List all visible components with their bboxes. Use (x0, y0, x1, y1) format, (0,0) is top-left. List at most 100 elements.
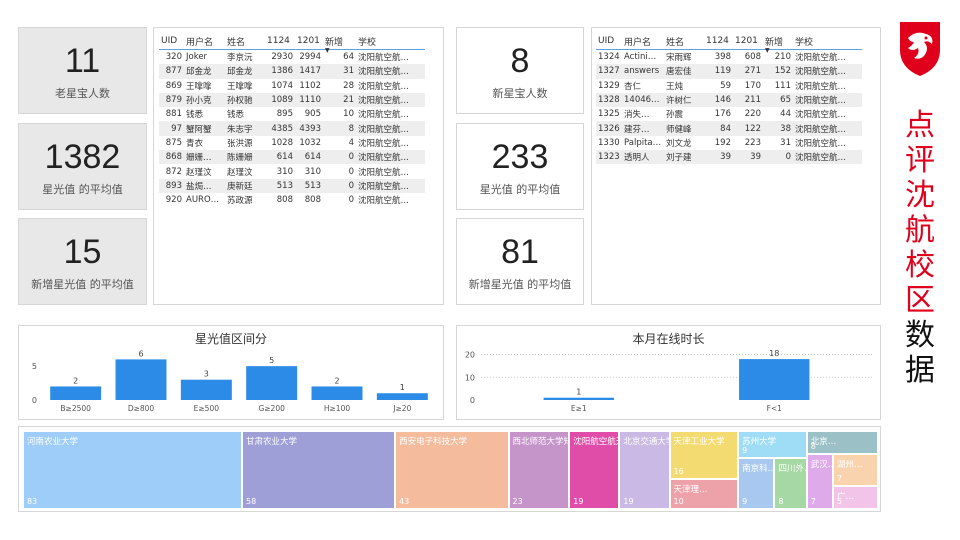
kpi-value: 233 (491, 137, 549, 176)
treemap-cell[interactable]: 北京… 8 (806, 431, 878, 455)
treemap-value: 10 (673, 497, 684, 506)
table-cell: 21 (323, 92, 356, 108)
table-row[interactable]: 1324 Actini… 宋雨辉 398 608 210 沈阳航空航… (596, 50, 862, 65)
table-cell: 沈阳航空航… (793, 92, 862, 108)
treemap-cell[interactable]: 苏州大学 9 (738, 431, 807, 458)
table-cell: 1386 (265, 64, 295, 79)
column-header[interactable]: 1124 (704, 33, 733, 50)
table-cell: 1329 (598, 80, 620, 91)
school-treemap-panel: 河南农业大学83甘肃农业大学58西安电子科技大学43西北师范大学知行学院23沈阳… (18, 426, 881, 512)
treemap-cell[interactable]: 西北师范大学知行学院 23 (508, 431, 570, 509)
table-cell: 宋雨辉 (666, 53, 692, 64)
table-cell: 513 (295, 178, 323, 193)
table-cell: 31 (323, 64, 356, 79)
column-header[interactable]: 姓名 (664, 33, 704, 50)
treemap-cell[interactable]: 四川外… 8 (774, 458, 807, 509)
table-cell: 84 (704, 121, 733, 136)
table-cell: 消失… (624, 110, 650, 121)
side-title-char: 航 (905, 213, 935, 248)
table-cell: 1102 (299, 80, 321, 91)
treemap-cell[interactable]: 北京交通大学海滨… 19 (619, 431, 670, 509)
table-cell: 沈阳航空航… (356, 92, 425, 108)
table-row[interactable]: 881 钱悉 钱悉 895 905 10 沈阳航空航… (159, 107, 425, 121)
treemap-cell[interactable]: 西安电子科技大学 43 (395, 431, 509, 509)
table-row[interactable]: 1328 14046… 许树仁 146 211 65 沈阳航空航… (596, 92, 862, 108)
table-cell: 孙小克 (184, 92, 225, 108)
treemap-cell[interactable]: 广… 5 (833, 486, 878, 509)
table-cell: 杏仁 (624, 81, 642, 92)
treemap-value: 16 (673, 467, 684, 476)
column-header[interactable]: 用户名 (622, 33, 664, 50)
treemap-cell[interactable]: 武汉… 7 (806, 454, 833, 509)
table-cell: 65 (763, 92, 793, 108)
treemap-cell[interactable]: 天津工业大学 16 (669, 431, 739, 479)
column-header[interactable]: 1201 (295, 33, 323, 50)
table-row[interactable]: 1325 消失… 孙震 176 220 44 沈阳航空航… (596, 107, 862, 121)
column-header[interactable]: 新增 ▼ (763, 33, 793, 54)
table-cell: 沈阳航空航… (356, 121, 425, 136)
column-header[interactable]: 新增 ▼ (323, 33, 356, 54)
table-cell: 868 (159, 150, 184, 165)
table-cell: 1327 (596, 64, 622, 79)
column-header[interactable]: UID (596, 33, 622, 50)
side-title-char: 校 (905, 248, 935, 283)
x-tick-label: H≥100 (324, 404, 350, 413)
kpi-label: 新星宝人数 (492, 86, 548, 100)
column-header[interactable]: 姓名 (225, 33, 265, 50)
table-row[interactable]: 97 蟹阿蟹 朱志宇 4385 4393 8 沈阳航空航… (159, 121, 425, 136)
table-row[interactable]: 320 Joker 李京沅 2930 2994 64 沈阳航空航… (159, 50, 425, 65)
column-header[interactable]: 学校 (793, 33, 862, 50)
data-label: 1 (576, 388, 581, 397)
table-row[interactable]: 1323 透明人 刘子建 39 39 0 沈阳航空航… (596, 150, 862, 165)
table-row[interactable]: 879 孙小克 孙权驰 1089 1110 21 沈阳航空航… (159, 92, 425, 108)
table-cell: 刘文龙 (666, 138, 692, 149)
table-row[interactable]: 875 青衣 张洪源 1028 1032 4 沈阳航空航… (159, 136, 425, 150)
table-row[interactable]: 1326 建芬… 师健峰 84 122 38 沈阳航空航… (596, 121, 862, 136)
kpi-value: 1382 (44, 137, 121, 176)
table-cell: 877 (159, 64, 184, 79)
table-cell: 38 (763, 121, 793, 136)
star-range-bar-chart: 0 5 2 B≥2500 6 D≥800 3 E≥500 5 G≥200 2 H≥100 1 J≥20 (32, 349, 428, 413)
table-cell: 122 (733, 121, 763, 136)
treemap-cell[interactable]: 河南农业大学 83 (23, 431, 243, 509)
table-row[interactable]: 893 盐焗… 庚新廷 513 513 0 沈阳航空航… (159, 178, 425, 193)
treemap-cell[interactable]: 天津理… 10 (669, 479, 739, 509)
kpi-value: 81 (501, 232, 539, 271)
table-cell: answers (622, 64, 664, 79)
sort-desc-icon[interactable]: ▼ (765, 47, 770, 54)
treemap-label: 西北师范大学知行学院 (512, 437, 569, 447)
treemap-cell[interactable]: 湖州… 7 (833, 454, 878, 487)
column-header[interactable]: 1124 (265, 33, 295, 50)
table-row[interactable]: 1327 answers 唐宏佳 119 271 152 沈阳航空航… (596, 64, 862, 79)
treemap-cell[interactable]: 沈阳航空航天大学 19 (569, 431, 620, 509)
data-label: 18 (769, 349, 779, 358)
table-row[interactable]: 872 赵瑾汶 赵瑾汶 310 310 0 沈阳航空航… (159, 164, 425, 178)
column-header[interactable]: 1201 (733, 33, 763, 50)
table-cell: 176 (714, 109, 731, 120)
table-cell: 808 (304, 195, 321, 206)
treemap-cell[interactable]: 南京科… 9 (738, 458, 775, 509)
side-title-char: 区 (905, 283, 935, 318)
table-row[interactable]: 1330 Palpita… 刘文龙 192 223 31 沈阳航空航… (596, 136, 862, 150)
table-cell: 905 (304, 109, 321, 120)
treemap-cell[interactable]: 甘肃农业大学 58 (242, 431, 396, 509)
table-cell: 沈阳航空航… (793, 150, 862, 165)
table-row[interactable]: 1329 杏仁 王炖 59 170 111 沈阳航空航… (596, 79, 862, 93)
table-cell: 44 (780, 109, 791, 120)
table-row[interactable]: 868 姗姗… 陈姗姗 614 614 0 沈阳航空航… (159, 150, 425, 165)
table-row[interactable]: 920 AURO… 苏政源 808 808 0 沈阳航空航… (159, 193, 425, 207)
treemap-value: 8 (810, 442, 816, 452)
treemap-label: 北京交通大学海滨… (623, 437, 668, 447)
sort-desc-icon[interactable]: ▼ (325, 47, 330, 54)
treemap-label: 湖州… (837, 460, 863, 471)
x-tick-label: D≥800 (128, 404, 155, 413)
table-cell: 39 (704, 150, 733, 165)
table-row[interactable]: 877 邱金龙 邱金龙 1386 1417 31 沈阳航空航… (159, 64, 425, 79)
table-row[interactable]: 869 王嗱嗱 王嗱嗱 1074 1102 28 沈阳航空航… (159, 79, 425, 93)
data-label: 3 (204, 370, 209, 379)
column-header[interactable]: 用户名 (184, 33, 225, 50)
table-cell: 28 (343, 80, 354, 91)
column-header[interactable]: UID (159, 33, 184, 50)
column-header[interactable]: 学校 (356, 33, 425, 50)
table-cell: 97 (159, 121, 184, 136)
